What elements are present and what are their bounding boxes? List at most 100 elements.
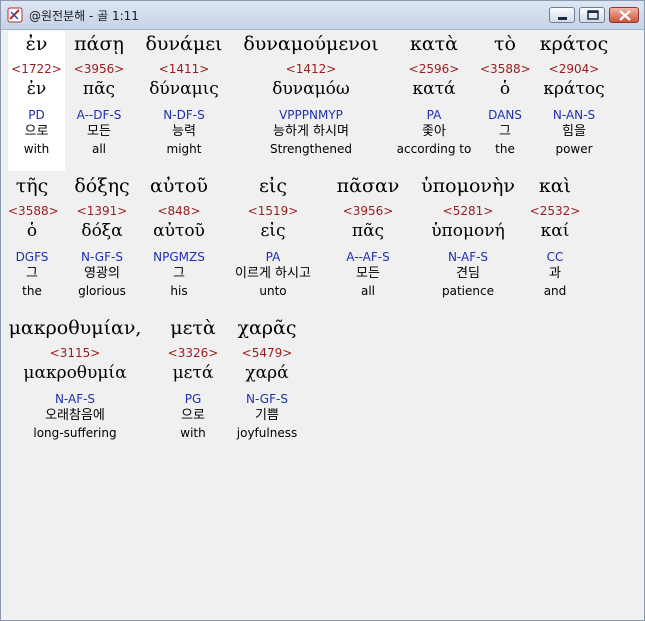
morph-code: N-AF-S (54, 392, 96, 406)
korean-gloss: 그 (499, 124, 511, 139)
word-entry[interactable]: χαρᾶς <5479> χαρά N-GF-S 기쁨 joyfulness (232, 315, 302, 441)
strong-number: <5479> (241, 346, 293, 360)
strong-number: <1412> (285, 62, 337, 76)
minimize-button[interactable] (549, 7, 575, 23)
lemma: δόξα (81, 221, 123, 241)
korean-gloss: 그 (173, 266, 185, 281)
strong-number: <1722> (11, 62, 62, 76)
lemma: δύναμις (149, 79, 219, 99)
morph-code: PG (184, 392, 202, 406)
greek-word: μετὰ (170, 317, 216, 339)
english-gloss: with (180, 426, 206, 440)
word-entry[interactable]: πᾶσαν <3956> πᾶς A--AF-S 모든 all (330, 173, 406, 299)
english-gloss: unto (259, 284, 287, 298)
word-entry[interactable]: μακροθυμίαν, <3115> μακροθυμία N-AF-S 오래… (8, 315, 142, 441)
greek-word: ἐν (25, 33, 48, 55)
strong-number: <5281> (442, 204, 494, 218)
lemma: πᾶς (351, 221, 385, 241)
lemma: καί (540, 221, 570, 241)
app-window: @원전분해 - 골 1:11 ἐν <1722> ἐν PD 으로 with π… (0, 0, 645, 621)
korean-gloss: 힘을 (562, 124, 586, 139)
word-entry[interactable]: αὐτοῦ <848> αὐτοῦ NPGMZS 그 his (144, 173, 214, 299)
lemma: εἰς (260, 221, 286, 241)
morph-code: DGFS (15, 250, 49, 264)
lemma: ὁ (26, 221, 38, 241)
word-entry[interactable]: πάσῃ <3956> πᾶς A--DF-S 모든 all (70, 31, 128, 157)
lemma: δυναμόω (272, 79, 350, 99)
morph-code: PA (426, 108, 442, 122)
greek-word: κράτος (539, 33, 609, 55)
lemma: μετά (172, 363, 214, 383)
morph-code: N-GF-S (81, 250, 123, 264)
morph-code: A--DF-S (76, 108, 122, 122)
lemma: πᾶς (82, 79, 116, 99)
korean-gloss: 과 (549, 266, 561, 281)
greek-word: κατὰ (409, 33, 459, 55)
word-entry[interactable]: μετὰ <3326> μετά PG 으로 with (162, 315, 224, 441)
english-gloss: his (170, 284, 188, 298)
korean-gloss: 좇아 (422, 124, 446, 139)
english-gloss: might (166, 142, 202, 156)
lemma: ἐν (26, 79, 47, 99)
english-gloss: power (555, 142, 593, 156)
word-entry[interactable]: δυνάμει <1411> δύναμις N-DF-S 능력 might (136, 31, 232, 157)
word-entry[interactable]: δόξης <1391> δόξα N-GF-S 영광의 glorious (64, 173, 140, 299)
interlinear-view[interactable]: ἐν <1722> ἐν PD 으로 with πάσῃ <3956> πᾶς … (8, 31, 641, 616)
word-entry[interactable]: ὑπομονὴν <5281> ὑπομονή N-AF-S 견딤 patien… (412, 173, 524, 299)
word-entry[interactable]: τὸ <3588> ὁ DANS 그 the (480, 31, 531, 157)
korean-gloss: 이르게 하시고 (235, 266, 311, 281)
word-entry[interactable]: δυναμούμενοι <1412> δυναμόω VPPPNMYP 능하게… (236, 31, 386, 157)
word-entry[interactable]: ἐν <1722> ἐν PD 으로 with (8, 31, 65, 171)
morph-code: N-AF-S (447, 250, 489, 264)
lemma: κατά (412, 79, 456, 99)
korean-gloss: 그 (26, 266, 38, 281)
lemma: κράτος (543, 79, 605, 99)
greek-word: ὑπομονὴν (421, 175, 515, 197)
strong-number: <1519> (247, 204, 299, 218)
greek-word: δόξης (74, 175, 130, 197)
greek-word: πάσῃ (74, 33, 124, 55)
word-entry[interactable]: κράτος <2904> κράτος N-AN-S 힘을 power (536, 31, 612, 157)
english-gloss: all (91, 142, 107, 156)
korean-gloss: 모든 (356, 266, 380, 281)
lemma: ὑπομονή (431, 221, 505, 241)
lemma: μακροθυμία (23, 363, 127, 383)
morph-code: NPGMZS (153, 250, 205, 264)
word-entry[interactable]: καὶ <2532> καί CC 과 and (528, 173, 582, 299)
greek-word: τῆς (15, 175, 49, 197)
word-entry[interactable]: τῆς <3588> ὁ DGFS 그 the (8, 173, 59, 299)
english-gloss: joyfulness (236, 426, 298, 440)
english-gloss: all (360, 284, 376, 298)
greek-word: αὐτοῦ (150, 175, 208, 197)
morph-code: PD (28, 108, 45, 122)
strong-number: <848> (157, 204, 201, 218)
window-title: @원전분해 - 골 1:11 (29, 9, 139, 23)
greek-word: πᾶσαν (336, 175, 400, 197)
greek-word: δυναμούμενοι (243, 33, 379, 55)
close-button[interactable] (609, 7, 639, 23)
english-gloss: with (23, 142, 50, 156)
english-gloss: long-suffering (33, 426, 117, 440)
korean-gloss: 으로 (24, 124, 49, 139)
greek-word: χαρᾶς (237, 317, 297, 339)
lemma: αὐτοῦ (153, 221, 205, 241)
korean-gloss: 영광의 (84, 266, 120, 281)
strong-number: <3956> (342, 204, 394, 218)
strong-number: <3326> (167, 346, 219, 360)
word-entry[interactable]: εἰς <1519> εἰς PA 이르게 하시고 unto (220, 173, 326, 299)
strong-number: <3588> (8, 204, 59, 218)
english-gloss: the (495, 142, 515, 156)
morph-code: DANS (488, 108, 522, 122)
english-gloss: the (22, 284, 42, 298)
greek-word: δυνάμει (145, 33, 223, 55)
minimize-icon (558, 17, 567, 20)
morph-code: N-AN-S (552, 108, 596, 122)
korean-gloss: 능하게 하시며 (273, 124, 349, 139)
strong-number: <2904> (548, 62, 600, 76)
maximize-button[interactable] (579, 7, 605, 23)
title-bar[interactable]: @원전분해 - 골 1:11 (1, 1, 644, 30)
strong-number: <1411> (158, 62, 210, 76)
word-entry[interactable]: κατὰ <2596> κατά PA 좇아 according to (392, 31, 476, 157)
korean-gloss: 능력 (172, 124, 196, 139)
korean-gloss: 기쁨 (255, 408, 279, 423)
